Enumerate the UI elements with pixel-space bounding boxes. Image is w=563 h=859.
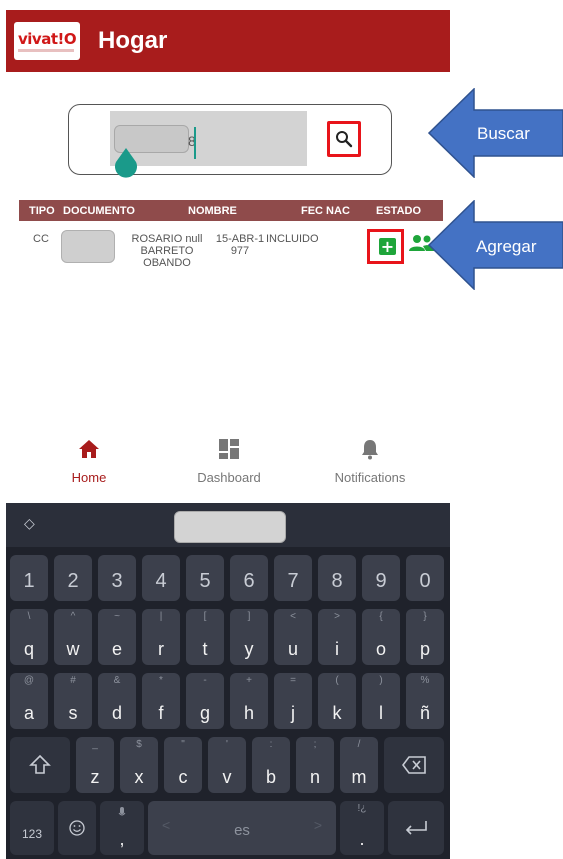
- key-l[interactable]: ) l: [362, 673, 400, 729]
- shift-key[interactable]: [10, 737, 70, 793]
- add-member-button[interactable]: +: [367, 229, 404, 264]
- chevron-right-icon: >: [313, 817, 322, 833]
- keyboard-toolbar: ◇: [6, 503, 450, 547]
- keyboard: ◇ 1 2 3 4 5 6 7 8 9 0 \ q ^ w ~ e | r [t ] y …: [6, 503, 450, 859]
- emoji-key[interactable]: [58, 801, 96, 855]
- key-4[interactable]: 4: [142, 555, 180, 601]
- app-logo: vivat!O: [14, 22, 80, 60]
- comma-key[interactable]: ,: [100, 801, 144, 855]
- key-6[interactable]: 6: [230, 555, 268, 601]
- microphone-icon: [118, 807, 126, 816]
- cell-tipo: CC: [33, 233, 49, 245]
- key-e[interactable]: ~ e: [98, 609, 136, 665]
- key-5[interactable]: 5: [186, 555, 224, 601]
- key-x[interactable]: $ x: [120, 737, 158, 793]
- key-f[interactable]: * f: [142, 673, 180, 729]
- search-icon: [336, 131, 353, 148]
- key-s[interactable]: # s: [54, 673, 92, 729]
- bottom-nav: Home Dashboard Notifications: [6, 420, 450, 498]
- nav-dashboard[interactable]: Dashboard: [159, 438, 299, 485]
- nav-notifications-label: Notifications: [334, 470, 406, 485]
- cursor-handle[interactable]: [114, 148, 138, 178]
- key-z[interactable]: _ z: [76, 737, 114, 793]
- key-v[interactable]: ' v: [208, 737, 246, 793]
- key-q[interactable]: \ q: [10, 609, 48, 665]
- text-cursor: [194, 127, 196, 159]
- expand-toolbar-icon[interactable]: ◇: [24, 515, 35, 532]
- key-u[interactable]: < u: [274, 609, 312, 665]
- key-g[interactable]: -g: [186, 673, 224, 729]
- col-estado: ESTADO: [376, 205, 422, 217]
- search-input[interactable]: 8: [110, 111, 307, 166]
- nav-dashboard-label: Dashboard: [197, 470, 261, 485]
- col-fec-nac: FEC NAC: [301, 205, 350, 217]
- symbols-key[interactable]: 123: [10, 801, 54, 855]
- bell-icon: [362, 440, 378, 460]
- enter-icon: [405, 821, 427, 835]
- backspace-key[interactable]: [384, 737, 444, 793]
- key-k[interactable]: (k: [318, 673, 356, 729]
- home-icon: [79, 440, 99, 458]
- plus-icon: +: [379, 237, 396, 256]
- key-o[interactable]: {o: [362, 609, 400, 665]
- key-i[interactable]: > i: [318, 609, 356, 665]
- key-j[interactable]: = j: [274, 673, 312, 729]
- col-documento: DOCUMENTO: [63, 205, 135, 217]
- nav-home-label: Home: [71, 470, 107, 485]
- redacted-document: [61, 230, 115, 263]
- phone-screen: vivat!O Hogar 8 TIPO DOCUMENTO NOMBRE FE…: [0, 0, 453, 859]
- cell-estado: INCLUIDO: [266, 233, 319, 245]
- period-key[interactable]: !¿.: [340, 801, 384, 855]
- enter-key[interactable]: [388, 801, 444, 855]
- col-tipo: TIPO: [29, 205, 55, 217]
- suggestion-chip[interactable]: [174, 511, 286, 543]
- agregar-callout-label: Agregar: [476, 237, 537, 256]
- backspace-icon: [402, 756, 426, 774]
- key-2[interactable]: 2: [54, 555, 92, 601]
- space-key[interactable]: < es >: [148, 801, 336, 855]
- key-0[interactable]: 0: [406, 555, 444, 601]
- nav-home[interactable]: Home: [19, 438, 159, 485]
- key-n[interactable]: ; n: [296, 737, 334, 793]
- key-h[interactable]: + h: [230, 673, 268, 729]
- page-title: Hogar: [98, 27, 168, 54]
- key-p[interactable]: } p: [406, 609, 444, 665]
- app-bar: vivat!O Hogar: [6, 10, 450, 72]
- key-8[interactable]: 8: [318, 555, 356, 601]
- key-r[interactable]: | r: [142, 609, 180, 665]
- key-9[interactable]: 9: [362, 555, 400, 601]
- key-a[interactable]: @ a: [10, 673, 48, 729]
- dashboard-icon: [219, 439, 239, 459]
- buscar-callout-label: Buscar: [477, 124, 530, 143]
- key-c[interactable]: " c: [164, 737, 202, 793]
- key-d[interactable]: & d: [98, 673, 136, 729]
- key-3[interactable]: 3: [98, 555, 136, 601]
- key-w[interactable]: ^ w: [54, 609, 92, 665]
- key-y[interactable]: ] y: [230, 609, 268, 665]
- table-header: TIPO DOCUMENTO NOMBRE FEC NAC ESTADO: [19, 200, 443, 221]
- cell-nombre: ROSARIO null BARRETO OBANDO: [131, 233, 203, 269]
- logo-text: vivat!O: [18, 30, 77, 48]
- col-nombre: NOMBRE: [188, 205, 237, 217]
- shift-icon: [29, 754, 51, 774]
- search-button[interactable]: [327, 121, 361, 157]
- emoji-icon: [69, 820, 85, 836]
- logo-underline: [18, 49, 74, 52]
- key-b[interactable]: :b: [252, 737, 290, 793]
- cell-fec-nac: 15-ABR-1977: [215, 233, 265, 257]
- nav-notifications[interactable]: Notifications: [300, 438, 440, 485]
- key-m[interactable]: / m: [340, 737, 378, 793]
- key-t[interactable]: [t: [186, 609, 224, 665]
- key-1[interactable]: 1: [10, 555, 48, 601]
- key-enie[interactable]: % ñ: [406, 673, 444, 729]
- key-7[interactable]: 7: [274, 555, 312, 601]
